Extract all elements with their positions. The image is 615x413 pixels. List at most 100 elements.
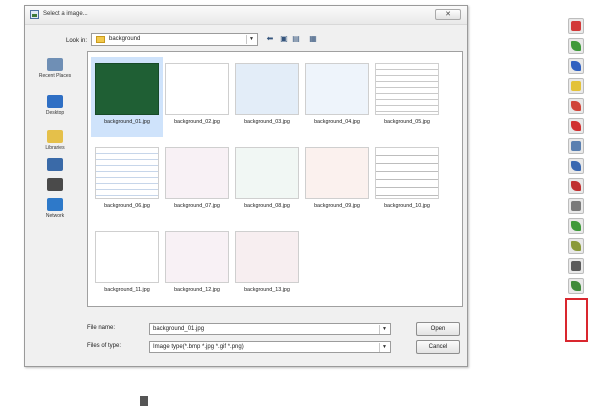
dialog-title: Select a image... — [43, 11, 88, 17]
exit-tool-button[interactable] — [568, 278, 584, 294]
red-pen-tool-button[interactable] — [568, 18, 584, 34]
file-type-select[interactable]: Image type(*.bmp *.jpg *.gif *.png) ▼ — [149, 341, 391, 353]
tool-palette — [568, 18, 584, 408]
desktop-icon — [47, 95, 63, 108]
image-icon — [30, 10, 39, 19]
file-name-label: background_03.jpg — [244, 119, 290, 125]
file-item[interactable]: background_01.jpg — [91, 57, 163, 137]
file-name-label: background_09.jpg — [314, 203, 360, 209]
libraries-icon — [47, 130, 63, 143]
file-name-label: background_10.jpg — [384, 203, 430, 209]
eraser-tool-button[interactable] — [568, 138, 584, 154]
file-thumbnail — [165, 147, 229, 199]
file-list[interactable]: background_01.jpg background_02.jpg backgr… — [87, 51, 463, 307]
stamp-icon — [571, 181, 581, 191]
file-name-label: File name: — [87, 325, 116, 331]
file-name-label: background_13.jpg — [244, 287, 290, 293]
up-folder-icon[interactable]: ▣ — [279, 34, 289, 44]
cancel-button[interactable]: Cancel — [416, 340, 460, 354]
file-name-label: background_12.jpg — [174, 287, 220, 293]
file-item[interactable]: background_11.jpg — [91, 225, 163, 305]
highlighter-icon — [571, 81, 581, 91]
background-image-tool-button[interactable] — [568, 238, 584, 254]
file-item[interactable]: background_08.jpg — [231, 141, 303, 221]
shapes-tool-button[interactable] — [568, 98, 584, 114]
close-button[interactable]: ✕ — [435, 9, 461, 20]
file-thumbnail — [375, 147, 439, 199]
file-name-label: background_06.jpg — [104, 203, 150, 209]
place-label: Desktop — [45, 110, 65, 116]
eraser-icon — [571, 141, 581, 151]
file-thumbnail — [95, 231, 159, 283]
file-thumbnail — [95, 147, 159, 199]
file-type-label: Files of type: — [87, 343, 122, 349]
file-name-label: background_11.jpg — [104, 287, 150, 293]
place-network[interactable]: Network — [30, 198, 80, 219]
place-label: Network — [45, 213, 65, 219]
number-tool-button[interactable] — [568, 118, 584, 134]
chevron-down-icon[interactable]: ▼ — [246, 35, 256, 44]
new-folder-icon[interactable]: ▤ — [291, 34, 301, 44]
file-name-input[interactable]: background_01.jpg ▼ — [149, 323, 391, 335]
dialog-titlebar[interactable]: Select a image... ✕ — [25, 6, 467, 25]
recent-places-icon — [47, 58, 63, 71]
open-button[interactable]: Open — [416, 322, 460, 336]
file-item[interactable]: background_06.jpg — [91, 141, 163, 221]
chevron-down-icon[interactable]: ▼ — [379, 343, 389, 352]
look-in-dropdown[interactable]: background ▼ — [91, 33, 258, 46]
place-libraries[interactable]: Libraries — [30, 130, 80, 151]
file-name-label: background_02.jpg — [174, 119, 220, 125]
red-pen-icon — [571, 21, 581, 31]
file-name-value: background_01.jpg — [153, 326, 205, 332]
file-item[interactable]: background_12.jpg — [161, 225, 233, 305]
settings-icon — [571, 261, 581, 271]
file-thumbnail — [375, 63, 439, 115]
file-name-label: background_07.jpg — [174, 203, 220, 209]
file-item[interactable]: background_04.jpg — [301, 57, 373, 137]
highlight-box — [565, 298, 588, 342]
file-name-label: background_08.jpg — [244, 203, 290, 209]
image-tool-button[interactable] — [568, 218, 584, 234]
file-name-label: background_05.jpg — [384, 119, 430, 125]
chevron-down-icon[interactable]: ▼ — [379, 325, 389, 334]
number-icon — [571, 121, 581, 131]
file-thumbnail — [165, 231, 229, 283]
file-item[interactable]: background_10.jpg — [371, 141, 443, 221]
user-icon — [47, 178, 63, 191]
place-user[interactable] — [30, 178, 80, 193]
folder-icon — [96, 36, 105, 43]
green-pen-tool-button[interactable] — [568, 38, 584, 54]
edit-icon — [571, 161, 581, 171]
look-in-value: background — [109, 36, 141, 42]
file-thumbnail — [305, 63, 369, 115]
edit-tool-button[interactable] — [568, 158, 584, 174]
stamp-tool-button[interactable] — [568, 178, 584, 194]
screen-tool-button[interactable] — [568, 198, 584, 214]
file-item[interactable]: background_07.jpg — [161, 141, 233, 221]
settings-tool-button[interactable] — [568, 258, 584, 274]
file-name-label: background_01.jpg — [104, 119, 150, 125]
place-desktop[interactable]: Desktop — [30, 95, 80, 116]
file-item[interactable]: background_03.jpg — [231, 57, 303, 137]
look-in-label: Look in: — [66, 38, 88, 44]
places-bar: Recent Places Desktop Libraries Network — [30, 50, 80, 280]
file-item[interactable]: background_09.jpg — [301, 141, 373, 221]
file-thumbnail — [235, 231, 299, 283]
select-image-dialog: Select a image... ✕ Look in: background … — [24, 5, 468, 367]
background-image-icon — [571, 241, 581, 251]
file-item[interactable]: background_05.jpg — [371, 57, 443, 137]
view-menu-icon[interactable]: ▦ — [305, 34, 321, 44]
file-item[interactable]: background_02.jpg — [161, 57, 233, 137]
place-label: Libraries — [45, 145, 65, 151]
blue-pen-tool-button[interactable] — [568, 58, 584, 74]
highlighter-tool-button[interactable] — [568, 78, 584, 94]
place-computer[interactable] — [30, 158, 80, 173]
file-thumbnail — [235, 63, 299, 115]
screen-icon — [571, 201, 581, 211]
place-recent-places[interactable]: Recent Places — [30, 58, 80, 79]
exit-icon — [571, 281, 581, 291]
file-thumbnail — [95, 63, 159, 115]
back-arrow-icon[interactable]: ⬅ — [265, 34, 275, 44]
green-pen-icon — [571, 41, 581, 51]
file-item[interactable]: background_13.jpg — [231, 225, 303, 305]
